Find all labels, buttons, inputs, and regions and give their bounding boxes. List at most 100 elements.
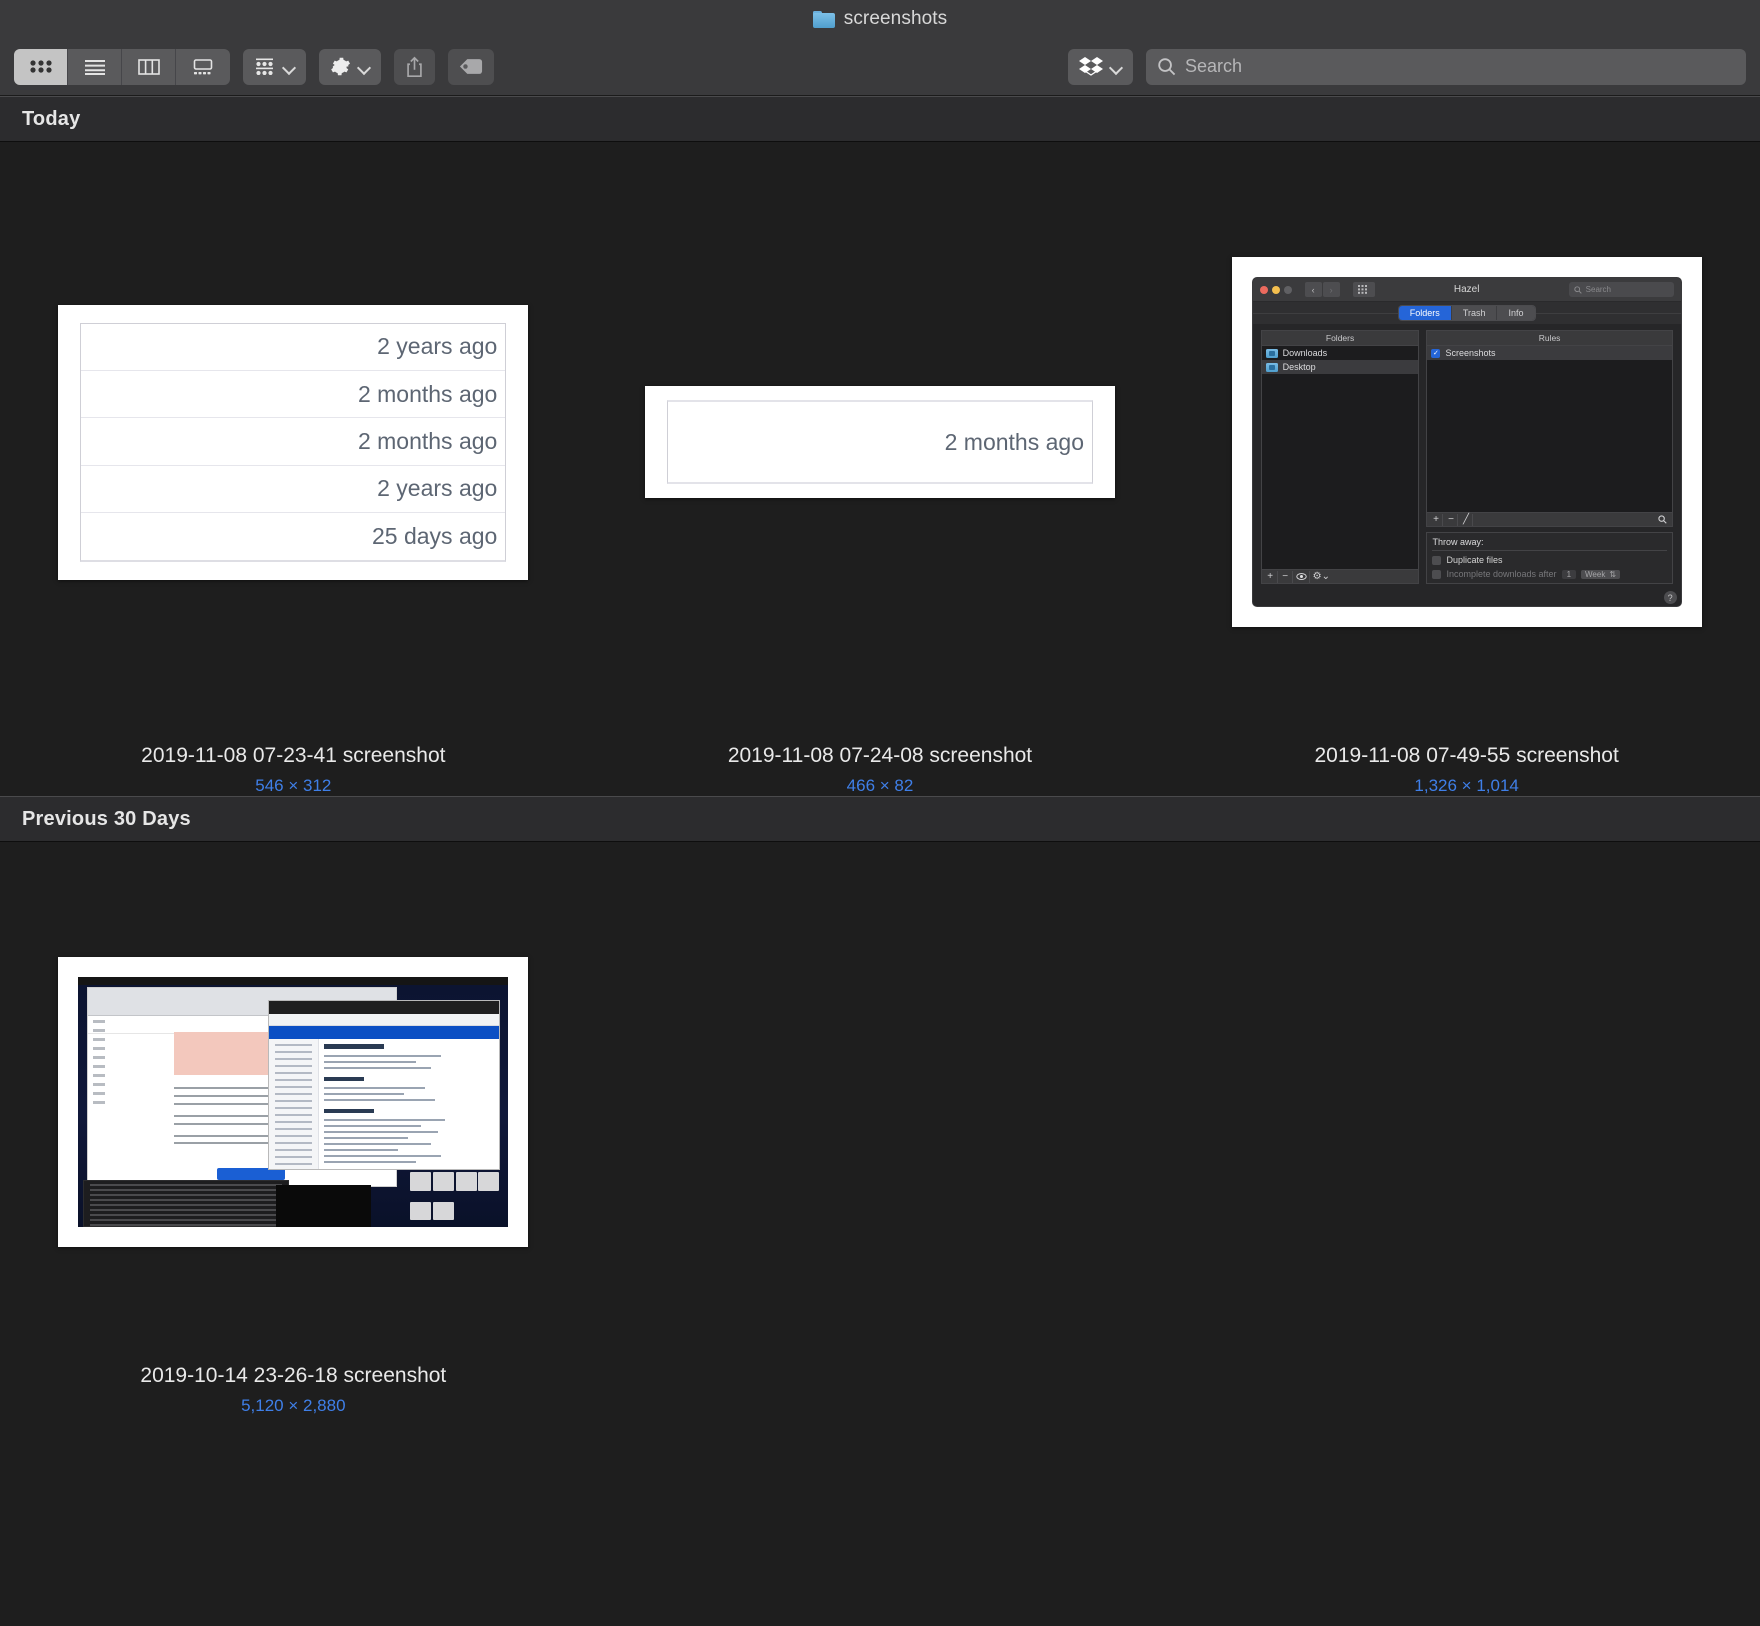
list-item[interactable]: Desktop (1261, 360, 1419, 374)
throw-away-panel: Throw away: Duplicate files Incomplete d… (1426, 532, 1673, 584)
duplicate-files-label: Duplicate files (1446, 555, 1503, 565)
preview-date-table: 2 years ago 2 months ago 2 months ago 2 … (58, 304, 529, 580)
list-item-label: Downloads (1282, 348, 1328, 358)
file-name: 2019-11-08 07-49-55 screenshot (1314, 744, 1619, 767)
folders-list[interactable]: Downloads Desktop (1260, 345, 1420, 570)
help-button[interactable]: ? (1663, 591, 1677, 604)
file-name: 2019-11-08 07-24-08 screenshot (727, 744, 1033, 767)
list-icon (84, 59, 105, 75)
table-row: 2 years ago (81, 324, 506, 371)
group-grid-icon (256, 58, 273, 75)
file-item[interactable]: 2 months ago 2019-11-08 07-24-08 screens… (587, 142, 1174, 796)
forward-icon: › (1322, 282, 1340, 297)
search-icon (1573, 285, 1582, 294)
preview-hazel-window: ‹ › Hazel Search Folders Trash Info Fold… (1231, 257, 1702, 627)
tab-folders[interactable]: Folders (1398, 306, 1452, 320)
folder-icon (1265, 362, 1278, 372)
hazel-grid-button[interactable] (1352, 282, 1375, 297)
chevron-down-icon (357, 60, 370, 73)
folder-icon (1265, 348, 1278, 358)
rules-pane-header: Rules (1426, 330, 1673, 345)
share-icon (407, 56, 422, 77)
finder-toolbar: Search (0, 38, 1760, 96)
eye-icon[interactable] (1294, 570, 1310, 583)
list-item[interactable]: ✓ Screenshots (1427, 346, 1672, 360)
chevron-down-icon (282, 60, 295, 73)
thumbnail-area[interactable]: 2 years ago 2 months ago 2 months ago 2 … (0, 142, 587, 742)
rules-pane: Rules ✓ Screenshots + − ╱ Throw away: Du… (1426, 330, 1673, 584)
table-row: 2 months ago (81, 418, 506, 466)
thumbnail-area[interactable]: ‹ › Hazel Search Folders Trash Info Fold… (1173, 142, 1760, 742)
thumbnail-area[interactable] (0, 842, 587, 1362)
remove-folder-button[interactable]: − (1279, 570, 1293, 583)
share-button[interactable] (394, 48, 435, 85)
tab-trash[interactable]: Trash (1451, 306, 1498, 320)
table-row: 2 years ago (81, 466, 506, 514)
amount-field[interactable]: 1 (1561, 569, 1577, 579)
file-dimensions: 5,120 × 2,880 (241, 1396, 346, 1415)
list-item-label: Screenshots (1445, 348, 1496, 358)
remove-rule-button[interactable]: − (1444, 513, 1459, 526)
checkbox-unchecked[interactable] (1432, 555, 1442, 565)
file-item[interactable]: 2 years ago 2 months ago 2 months ago 2 … (0, 142, 587, 796)
hazel-search-placeholder: Search (1585, 285, 1612, 294)
hazel-nav-buttons[interactable]: ‹ › (1304, 282, 1341, 297)
pencil-icon[interactable]: ╱ (1459, 513, 1474, 526)
search-input-placeholder: Search (1185, 56, 1243, 76)
folder-icon (812, 10, 835, 28)
file-dimensions: 546 × 312 (255, 776, 332, 795)
window-title-group: screenshots (812, 8, 948, 30)
gallery-view-button[interactable] (176, 49, 230, 85)
incomplete-downloads-row[interactable]: Incomplete downloads after 1 Week ⇅ (1432, 565, 1666, 579)
rules-pane-footer[interactable]: + − ╱ (1426, 513, 1673, 527)
tab-info[interactable]: Info (1497, 306, 1535, 320)
icon-view-button[interactable] (14, 48, 68, 85)
gear-icon (331, 57, 350, 76)
stepper-icon: ⇅ (1609, 569, 1617, 579)
folders-pane-footer[interactable]: + − ⚙⌄ (1260, 570, 1420, 584)
rules-list[interactable]: ✓ Screenshots (1426, 345, 1673, 513)
file-grid-today: 2 years ago 2 months ago 2 months ago 2 … (0, 142, 1760, 796)
checkbox-checked[interactable]: ✓ (1431, 348, 1441, 358)
dropbox-button[interactable] (1068, 48, 1133, 85)
search-icon (1158, 58, 1176, 76)
add-folder-button[interactable]: + (1264, 570, 1278, 583)
tag-button[interactable] (448, 48, 494, 85)
folders-pane: Folders Downloads Desktop + − ⚙⌄ (1260, 330, 1420, 584)
duplicate-files-row[interactable]: Duplicate files (1432, 551, 1666, 565)
hazel-tabbar: Folders Trash Info (1252, 302, 1681, 324)
incomplete-downloads-label: Incomplete downloads after (1446, 569, 1557, 579)
view-mode-segmented-control[interactable] (14, 48, 230, 85)
grid-icon (29, 60, 52, 73)
desktop-capture (78, 977, 509, 1227)
search-field[interactable]: Search (1146, 48, 1746, 85)
preview-desktop-screenshot (58, 957, 529, 1247)
file-item[interactable]: ‹ › Hazel Search Folders Trash Info Fold… (1173, 142, 1760, 796)
hazel-body: Folders Downloads Desktop + − ⚙⌄ Rules ✓… (1253, 324, 1681, 588)
column-view-button[interactable] (122, 48, 176, 85)
add-rule-button[interactable]: + (1429, 513, 1444, 526)
hazel-titlebar: ‹ › Hazel Search (1252, 278, 1681, 302)
thumbnail-area[interactable]: 2 months ago (587, 142, 1174, 742)
gear-icon[interactable]: ⚙⌄ (1311, 571, 1332, 583)
group-by-button[interactable] (243, 48, 306, 85)
dropbox-icon (1079, 56, 1103, 76)
throw-away-header: Throw away: (1432, 537, 1667, 551)
checkbox-unchecked[interactable] (1432, 569, 1442, 579)
action-menu-button[interactable] (319, 48, 381, 85)
list-view-button[interactable] (68, 48, 122, 85)
confluence-window (267, 999, 500, 1170)
file-name: 2019-10-14 23-26-18 screenshot (140, 1364, 447, 1387)
search-icon[interactable] (1656, 514, 1670, 526)
zoom-icon (1283, 285, 1292, 294)
hazel-search-field[interactable]: Search (1568, 282, 1674, 297)
list-item[interactable]: Downloads (1262, 346, 1419, 360)
chevron-down-icon (1109, 60, 1122, 73)
unit-select[interactable]: Week ⇅ (1581, 569, 1621, 579)
file-item[interactable]: 2019-10-14 23-26-18 screenshot 5,120 × 2… (0, 842, 587, 1416)
section-header-previous-30-days: Previous 30 Days (0, 796, 1760, 842)
gallery-icon (193, 58, 213, 74)
back-icon: ‹ (1304, 282, 1322, 297)
close-icon (1259, 285, 1268, 294)
preview-date-table: 2 months ago (644, 386, 1115, 498)
